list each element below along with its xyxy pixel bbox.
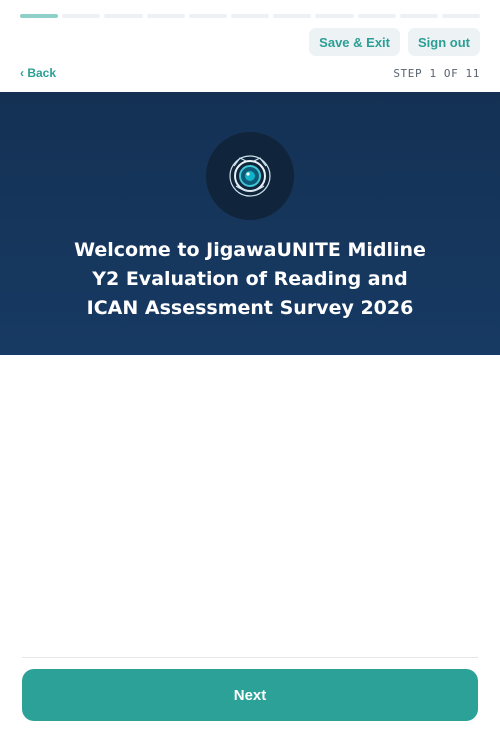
progress-segment-4 <box>146 14 185 18</box>
step-indicator: STEP 1 OF 11 <box>393 66 480 80</box>
next-button[interactable]: Next <box>22 669 478 721</box>
progress-bar <box>20 14 481 18</box>
progress-segment-9 <box>357 14 396 18</box>
progress-segment-10 <box>399 14 438 18</box>
welcome-hero: Welcome to JigawaUNITE Midline Y2 Evalua… <box>0 92 500 355</box>
progress-segment-3 <box>104 14 143 18</box>
footer-divider <box>22 657 478 658</box>
sign-out-button[interactable]: Sign out <box>408 28 480 56</box>
step-nav: ‹ Back STEP 1 OF 11 <box>20 64 480 82</box>
welcome-title-line-2: Y2 Evaluation of Reading and <box>92 268 408 290</box>
progress-segment-8 <box>315 14 354 18</box>
save-exit-button[interactable]: Save & Exit <box>309 28 400 56</box>
welcome-title-line-3: ICAN Assessment Survey 2026 <box>86 297 414 319</box>
progress-segment-7 <box>273 14 312 18</box>
progress-segment-5 <box>188 14 227 18</box>
progress-segment-11 <box>441 14 481 18</box>
progress-segment-2 <box>62 14 101 18</box>
top-actions: Save & Exit Sign out <box>309 28 480 56</box>
progress-segment-6 <box>230 14 270 18</box>
survey-logo-icon <box>206 132 294 220</box>
progress-segment-1 <box>20 14 59 18</box>
welcome-title: Welcome to JigawaUNITE Midline Y2 Evalua… <box>70 236 430 323</box>
welcome-title-line-1: Welcome to JigawaUNITE Midline <box>74 239 426 261</box>
back-link[interactable]: ‹ Back <box>20 66 56 80</box>
